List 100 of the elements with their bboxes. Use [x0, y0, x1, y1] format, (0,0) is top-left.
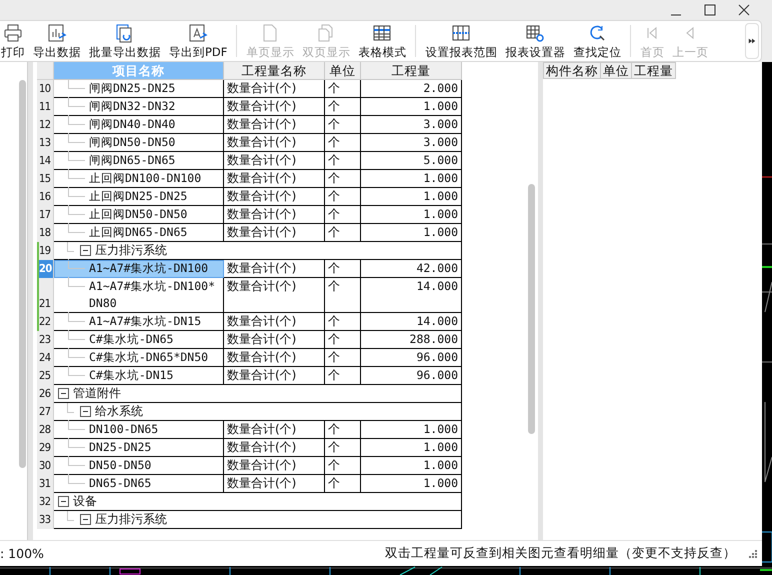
table-cell: 个 — [325, 439, 361, 457]
table-cell[interactable]: 闸阀DN25-DN25 — [54, 80, 224, 98]
table-cell[interactable]: C#集水坑-DN65 — [54, 331, 224, 349]
table-cell: 1.000 — [361, 475, 462, 493]
table-cell: 1.000 — [361, 206, 462, 224]
collapse-icon[interactable] — [58, 388, 69, 399]
column-header[interactable]: 工程量 — [632, 62, 676, 79]
collapse-icon[interactable] — [58, 496, 69, 507]
group-name: 管道附件 — [73, 385, 121, 402]
table-cell: 数量合计(个) — [224, 421, 325, 439]
toolbar-button[interactable]: 导出数据 — [29, 22, 85, 60]
pdf-export-icon — [188, 22, 208, 42]
table-range-icon — [451, 22, 472, 42]
column-header[interactable]: 单位 — [325, 62, 361, 80]
row-number: 25 — [37, 367, 54, 385]
scrollbar-thumb[interactable] — [528, 184, 535, 434]
table-cell: 个 — [325, 367, 361, 385]
table-cell: 数量合计(个) — [224, 98, 325, 116]
row-number: 23 — [37, 331, 54, 349]
toolbar-button[interactable]: 报表设置器 — [501, 22, 570, 60]
column-header[interactable]: 工程量名称 — [224, 62, 325, 80]
column-header[interactable]: 构件名称 — [543, 62, 601, 79]
table-cell: 42.000 — [361, 260, 462, 278]
table-cell: 个 — [325, 313, 361, 331]
column-header[interactable]: 工程量 — [361, 62, 462, 80]
row-number: 20 — [37, 260, 54, 278]
table-cell[interactable]: 闸阀DN32-DN32 — [54, 98, 224, 116]
table-cell[interactable]: 闸阀DN50-DN50 — [54, 134, 224, 152]
collapse-icon[interactable] — [80, 406, 91, 417]
chart-export-icon — [47, 22, 67, 42]
group-name: 压力排污系统 — [95, 511, 167, 528]
row-number: 15 — [37, 170, 54, 188]
row-number: 11 — [37, 98, 54, 116]
table-cell: 个 — [325, 224, 361, 242]
table-cell: 数量合计(个) — [224, 367, 325, 385]
table-cell[interactable]: 止回阀DN25-DN25 — [54, 188, 224, 206]
maximize-icon[interactable] — [704, 4, 716, 16]
tree-row[interactable]: 管道附件 — [54, 385, 462, 403]
table-cell: 288.000 — [361, 331, 462, 349]
toolbar-button[interactable]: 批量导出数据 — [85, 22, 165, 60]
tree-row[interactable]: 压力排污系统 — [54, 511, 462, 529]
tree-row[interactable]: 设备 — [54, 493, 462, 511]
table-cell: 个 — [325, 188, 361, 206]
table-cell: 个 — [325, 116, 361, 134]
row-number: 10 — [37, 80, 54, 98]
table-cell: 个 — [325, 206, 361, 224]
table-cell[interactable]: DN50-DN50 — [54, 457, 224, 475]
column-header[interactable]: 单位 — [601, 62, 632, 79]
table-cell: 数量合计(个) — [224, 134, 325, 152]
table-cell: 1.000 — [361, 98, 462, 116]
collapse-icon[interactable] — [80, 245, 91, 256]
row-number: 27 — [37, 403, 54, 421]
row-number: 21 — [37, 278, 54, 313]
tree-row[interactable]: 给水系统 — [54, 403, 462, 421]
collapse-icon[interactable] — [80, 514, 91, 525]
table-cell[interactable]: DN100-DN65 — [54, 421, 224, 439]
row-number: 33 — [37, 511, 54, 529]
table-cell[interactable]: A1~A7#集水坑-DN100*DN80 — [54, 278, 224, 313]
table-cell[interactable]: A1~A7#集水坑-DN15 — [54, 313, 224, 331]
table-grid-icon — [372, 22, 392, 42]
toolbar-button[interactable]: 导出到PDF — [165, 22, 232, 60]
table-cell: 数量合计(个) — [224, 313, 325, 331]
table-cell[interactable]: DN25-DN25 — [54, 439, 224, 457]
toolbar-button[interactable]: 设置报表范围 — [421, 22, 502, 60]
table-cell: 数量合计(个) — [224, 152, 325, 170]
scrollbar-thumb[interactable] — [19, 80, 26, 468]
toolbar-button[interactable]: 打印 — [0, 22, 29, 60]
row-number: 24 — [37, 349, 54, 367]
table-cell: 数量合计(个) — [224, 260, 325, 278]
table-cell: 数量合计(个) — [224, 188, 325, 206]
table-cell: 3.000 — [361, 134, 462, 152]
table-gear-icon — [525, 22, 546, 42]
table-cell: 个 — [325, 475, 361, 493]
table-cell: 数量合计(个) — [224, 80, 325, 98]
table-cell[interactable]: C#集水坑-DN15 — [54, 367, 224, 385]
table-cell: 1.000 — [361, 224, 462, 242]
table-cell[interactable]: DN65-DN65 — [54, 475, 224, 493]
table-cell[interactable]: C#集水坑-DN65*DN50 — [54, 349, 224, 367]
row-number: 17 — [37, 206, 54, 224]
table-cell[interactable]: 闸阀DN65-DN65 — [54, 152, 224, 170]
table-cell: 个 — [325, 170, 361, 188]
table-cell: 数量合计(个) — [224, 457, 325, 475]
toolbar-button[interactable]: 查找定位 — [569, 22, 626, 60]
table-cell: 1.000 — [361, 421, 462, 439]
row-number: 19 — [37, 242, 54, 260]
toolbar-button[interactable]: 表格模式 — [354, 22, 410, 60]
close-icon[interactable] — [738, 4, 750, 16]
table-cell: 个 — [325, 98, 361, 116]
table-cell[interactable]: 止回阀DN100-DN100 — [54, 170, 224, 188]
table-cell: 个 — [325, 278, 361, 313]
row-number: 14 — [37, 152, 54, 170]
table-cell[interactable]: 闸阀DN40-DN40 — [54, 116, 224, 134]
table-cell[interactable]: 止回阀DN50-DN50 — [54, 206, 224, 224]
more-button[interactable] — [745, 23, 759, 59]
resize-grip-icon[interactable] — [748, 548, 758, 558]
table-cell: 96.000 — [361, 349, 462, 367]
table-cell[interactable]: 止回阀DN65-DN65 — [54, 224, 224, 242]
table-cell[interactable]: A1~A7#集水坑-DN100 — [54, 260, 224, 278]
printer-icon — [3, 22, 23, 42]
group-name: 压力排污系统 — [95, 242, 167, 259]
